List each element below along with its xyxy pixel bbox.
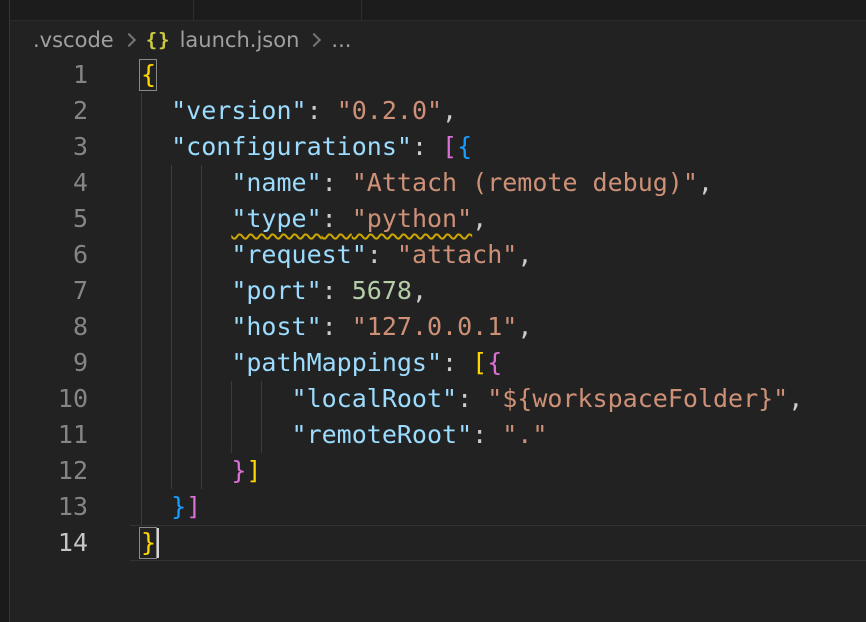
line-number[interactable]: 8 <box>0 309 88 345</box>
token: "host" <box>231 312 321 341</box>
token: : <box>322 312 352 341</box>
token: 5678 <box>352 276 412 305</box>
token: "." <box>502 420 547 449</box>
line-number[interactable]: 6 <box>0 237 88 273</box>
token: "0.2.0" <box>337 96 442 125</box>
line-number[interactable]: 9 <box>0 345 88 381</box>
token: , <box>698 168 713 197</box>
token: { <box>457 132 472 161</box>
token: "configurations" <box>171 132 412 161</box>
token: "python" <box>352 204 472 233</box>
token: : <box>322 204 352 233</box>
token: "version" <box>171 96 306 125</box>
token: , <box>442 96 457 125</box>
token: "remoteRoot" <box>292 420 473 449</box>
token: } <box>171 492 186 521</box>
token: ] <box>186 492 201 521</box>
code-line-13[interactable]: }] <box>141 489 201 525</box>
token: : <box>322 276 352 305</box>
code-line-3[interactable]: "configurations": [{ <box>141 129 472 165</box>
token: , <box>412 276 427 305</box>
token: : <box>457 384 487 413</box>
breadcrumb-file[interactable]: launch.json <box>180 28 300 52</box>
breadcrumb: .vscode {} launch.json ... <box>10 22 866 57</box>
chevron-right-icon <box>122 32 136 46</box>
line-number[interactable]: 1 <box>0 57 88 93</box>
code-line-4[interactable]: "name": "Attach (remote debug)", <box>141 165 713 201</box>
token: "attach" <box>397 240 517 269</box>
code-line-8[interactable]: "host": "127.0.0.1", <box>141 309 532 345</box>
tab-separator <box>193 0 194 20</box>
token: : <box>472 420 502 449</box>
editor-group-border <box>0 0 10 622</box>
code-line-10[interactable]: "localRoot": "${workspaceFolder}", <box>141 381 803 417</box>
line-number[interactable]: 12 <box>0 453 88 489</box>
line-number[interactable]: 4 <box>0 165 88 201</box>
line-number[interactable]: 10 <box>0 381 88 417</box>
token: "Attach (remote debug)" <box>352 168 698 197</box>
token: ] <box>246 456 261 485</box>
code-line-9[interactable]: "pathMappings": [{ <box>141 345 502 381</box>
line-number[interactable]: 2 <box>0 93 88 129</box>
code-line-6[interactable]: "request": "attach", <box>141 237 532 273</box>
token: } <box>231 456 246 485</box>
code-line-5[interactable]: "type": "python", <box>141 201 487 237</box>
bracket-match-highlight <box>139 59 157 91</box>
breadcrumb-folder[interactable]: .vscode <box>33 28 114 52</box>
token: "request" <box>231 240 366 269</box>
token: , <box>517 312 532 341</box>
token: "type" <box>231 204 321 233</box>
line-number[interactable]: 7 <box>0 273 88 309</box>
line-number[interactable]: 14 <box>0 525 88 561</box>
token: "pathMappings" <box>231 348 442 377</box>
token: : <box>442 348 472 377</box>
code-line-7[interactable]: "port": 5678, <box>141 273 427 309</box>
token: , <box>788 384 803 413</box>
code-editor[interactable]: 1 {2 "version": "0.2.0", 3 "configurations… <box>0 0 866 622</box>
token: : <box>322 168 352 197</box>
code-line-12[interactable]: }] <box>141 453 261 489</box>
bracket-match-highlight <box>139 527 157 559</box>
token: "name" <box>231 168 321 197</box>
token: , <box>517 240 532 269</box>
line-number[interactable]: 3 <box>0 129 88 165</box>
token: : <box>367 240 397 269</box>
token: : <box>307 96 337 125</box>
tab-separator <box>361 0 362 20</box>
token: { <box>487 348 502 377</box>
vscode-window: 1 {2 "version": "0.2.0", 3 "configurations… <box>0 0 866 622</box>
code-line-2[interactable]: "version": "0.2.0", <box>141 93 457 129</box>
token: , <box>472 204 487 233</box>
chevron-right-icon <box>307 32 321 46</box>
token: : <box>412 132 442 161</box>
token: [ <box>472 348 487 377</box>
warning-squiggle: "type": "python" <box>231 204 472 233</box>
text-cursor <box>157 528 159 558</box>
current-line-highlight <box>130 525 866 561</box>
tab-bar <box>0 0 866 21</box>
token: "${workspaceFolder}" <box>487 384 788 413</box>
token: "127.0.0.1" <box>352 312 518 341</box>
line-number[interactable]: 13 <box>0 489 88 525</box>
token: "port" <box>231 276 321 305</box>
json-file-icon: {} <box>146 29 171 51</box>
line-number[interactable]: 11 <box>0 417 88 453</box>
token: "localRoot" <box>292 384 458 413</box>
breadcrumb-symbol-ellipsis[interactable]: ... <box>331 28 351 52</box>
line-number[interactable]: 5 <box>0 201 88 237</box>
token: [ <box>442 132 457 161</box>
code-line-11[interactable]: "remoteRoot": "." <box>141 417 547 453</box>
